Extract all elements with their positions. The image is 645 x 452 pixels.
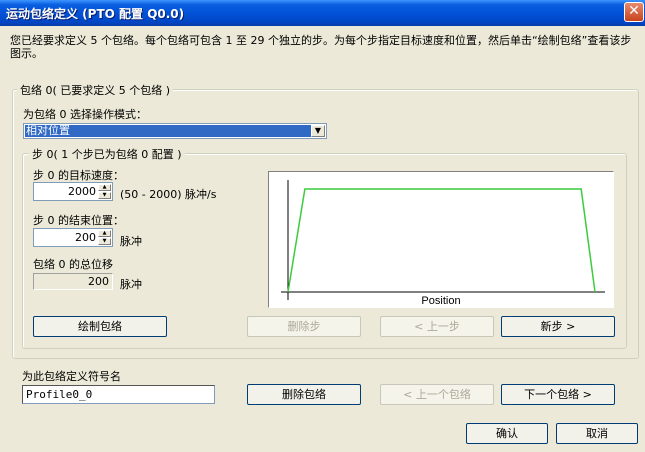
envelope-chart-svg: Position: [281, 180, 605, 307]
envelope-chart: Position: [268, 171, 614, 308]
step-group-legend: 步 0( 1 个步已为包络 0 配置 ): [29, 146, 185, 162]
end-position-stepper[interactable]: 200 ▲ ▼: [33, 228, 113, 247]
chevron-down-icon[interactable]: ▼: [311, 125, 325, 137]
total-displacement-field: 200: [33, 273, 113, 290]
mode-label: 为包络 0 选择操作模式：: [23, 108, 147, 121]
instructions-text: 您已经要求定义 5 个包络。每个包络可包含 1 至 29 个独立的步。为每个步指…: [10, 34, 632, 60]
draw-envelope-button[interactable]: 绘制包络: [33, 316, 167, 337]
previous-envelope-button[interactable]: < 上一个包络: [380, 384, 494, 405]
delete-envelope-button[interactable]: 删除包络: [247, 384, 361, 405]
end-position-label: 步 0 的结束位置：: [33, 214, 124, 227]
cancel-button[interactable]: 取消: [556, 423, 638, 444]
next-envelope-button[interactable]: 下一个包络 >: [501, 384, 615, 405]
operation-mode-value: 相对位置: [25, 125, 313, 137]
target-speed-value: 2000: [68, 185, 96, 198]
x-axis-label: Position: [421, 295, 460, 307]
window-title: 运动包络定义 (PTO 配置 Q0.0): [6, 7, 185, 21]
position-up-arrow-icon[interactable]: ▲: [98, 230, 111, 237]
total-displacement-label: 包络 0 的总位移: [33, 258, 113, 271]
ok-button[interactable]: 确认: [466, 423, 548, 444]
envelope-series-line-0: [287, 188, 596, 293]
symbol-name-input[interactable]: Profile0_0: [22, 385, 215, 404]
target-speed-label: 步 0 的目标速度：: [33, 169, 124, 182]
previous-step-button[interactable]: < 上一步: [380, 316, 494, 337]
total-displacement-value: 200: [88, 275, 109, 288]
new-step-button[interactable]: 新步 >: [501, 316, 615, 337]
delete-step-button[interactable]: 删除步: [247, 316, 361, 337]
symbol-name-label: 为此包络定义符号名: [22, 370, 121, 383]
position-down-arrow-icon[interactable]: ▼: [98, 238, 111, 245]
speed-down-arrow-icon[interactable]: ▼: [98, 192, 111, 199]
close-button[interactable]: ✕: [624, 2, 644, 22]
operation-mode-select[interactable]: 相对位置 ▼: [23, 123, 327, 139]
close-icon: ✕: [628, 3, 640, 19]
end-position-value: 200: [75, 231, 96, 244]
end-position-unit: 脉冲: [120, 235, 142, 248]
total-displacement-unit: 脉冲: [120, 278, 142, 291]
envelope-group-legend: 包络 0( 已要求定义 5 个包络 ): [17, 82, 174, 98]
target-speed-stepper[interactable]: 2000 ▲ ▼: [33, 182, 113, 201]
speed-up-arrow-icon[interactable]: ▲: [98, 184, 111, 191]
target-speed-range: (50 - 2000) 脉冲/s: [120, 188, 217, 201]
